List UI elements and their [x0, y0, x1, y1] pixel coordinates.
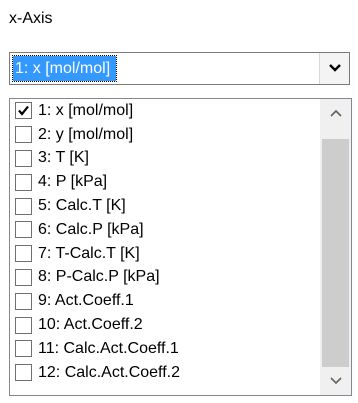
checkbox[interactable]: [15, 245, 32, 263]
checklist-item[interactable]: 5: Calc.T [K]: [10, 194, 321, 218]
checklist-item-label: 8: P-Calc.P [kPa]: [38, 268, 160, 286]
checkbox[interactable]: [15, 364, 32, 382]
checklist-item[interactable]: 12: Calc.Act.Coeff.2: [10, 361, 321, 385]
checklist-item-label: 5: Calc.T [K]: [38, 197, 126, 215]
checklist-item-label: 3: T [K]: [38, 149, 89, 167]
checkbox[interactable]: [15, 197, 32, 215]
checklist-item-label: 9: Act.Coeff.1: [38, 292, 134, 310]
checkbox[interactable]: [15, 340, 32, 358]
checklist-item[interactable]: 6: Calc.P [kPa]: [10, 218, 321, 242]
scroll-up-button[interactable]: [320, 99, 351, 127]
checklist-item[interactable]: 1: x [mol/mol]: [10, 99, 321, 123]
checklist-item[interactable]: 2: y [mol/mol]: [10, 123, 321, 147]
scroll-down-button[interactable]: [320, 367, 351, 395]
x-axis-label: x-Axis: [9, 10, 53, 27]
checklist-item[interactable]: 9: Act.Coeff.1: [10, 289, 321, 313]
checkbox[interactable]: [15, 149, 32, 167]
checkbox[interactable]: [15, 126, 32, 144]
y-axis-checklist[interactable]: 1: x [mol/mol] 2: y [mol/mol] 3: T [K] 4: P…: [9, 98, 352, 396]
chevron-up-icon: [330, 109, 342, 117]
checklist-item-label: 10: Act.Coeff.2: [38, 316, 143, 334]
checkbox[interactable]: [15, 221, 32, 239]
vertical-scrollbar[interactable]: [320, 99, 351, 395]
checkmark-icon: [18, 106, 29, 117]
checklist-item[interactable]: 11: Calc.Act.Coeff.1: [10, 337, 321, 361]
checklist-item[interactable]: 4: P [kPa]: [10, 170, 321, 194]
checkbox[interactable]: [15, 173, 32, 191]
checkbox[interactable]: [15, 316, 32, 334]
checklist-item-label: 12: Calc.Act.Coeff.2: [38, 363, 180, 381]
checkbox[interactable]: [15, 292, 32, 310]
checklist-item-label: 4: P [kPa]: [38, 173, 108, 191]
checklist-item[interactable]: 8: P-Calc.P [kPa]: [10, 266, 321, 290]
chevron-down-icon: [329, 64, 341, 72]
checklist-item[interactable]: 7: T-Calc.T [K]: [10, 242, 321, 266]
checklist-item-label: 11: Calc.Act.Coeff.1: [38, 339, 179, 357]
chevron-down-icon: [330, 377, 342, 385]
checklist-item-label: 7: T-Calc.T [K]: [38, 244, 140, 262]
combo-selected-value: 1: x [mol/mol]: [11, 55, 118, 82]
scroll-thumb[interactable]: [322, 139, 349, 367]
x-axis-panel: x-Axis 1: x [mol/mol] 1: x [mol/mol] 2: y…: [0, 0, 358, 403]
checklist-item[interactable]: 3: T [K]: [10, 147, 321, 171]
checklist-item[interactable]: 10: Act.Coeff.2: [10, 313, 321, 337]
checklist-item-label: 6: Calc.P [kPa]: [38, 220, 144, 238]
checklist-items: 1: x [mol/mol] 2: y [mol/mol] 3: T [K] 4: P…: [10, 99, 321, 385]
x-axis-combobox[interactable]: 1: x [mol/mol]: [9, 52, 350, 85]
combo-dropdown-button[interactable]: [319, 53, 349, 84]
checkbox[interactable]: [15, 268, 32, 286]
checklist-item-label: 1: x [mol/mol]: [38, 101, 134, 119]
checkbox[interactable]: [15, 102, 32, 120]
checklist-item-label: 2: y [mol/mol]: [38, 125, 134, 143]
